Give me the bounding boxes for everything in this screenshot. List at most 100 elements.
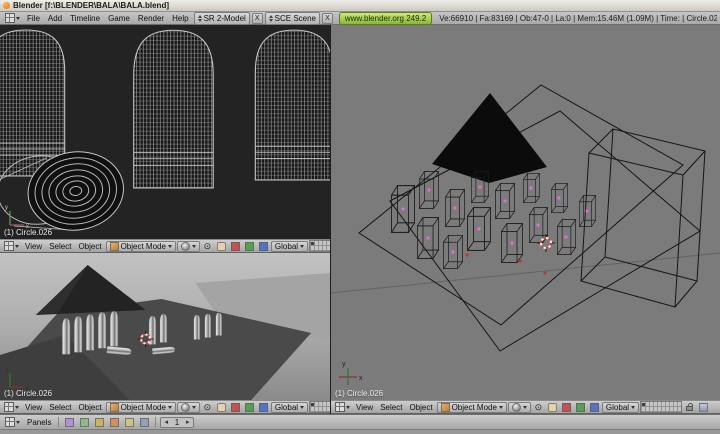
blender-version-button[interactable]: www.blender.org 249.2: [339, 12, 432, 25]
chevron-down-icon: [300, 245, 304, 248]
active-object-info: (1) Circle.026: [4, 228, 52, 237]
frame-value: 1: [171, 418, 183, 427]
rotate-manipulator-icon: [576, 403, 585, 412]
screen-selector[interactable]: SR 2-Model: [194, 12, 250, 25]
pivot-icon: ⊙: [535, 403, 543, 412]
scene-selector[interactable]: SCE Scene: [265, 12, 320, 25]
rotate-manipulator-button[interactable]: [243, 240, 256, 252]
object-mode-icon: [110, 242, 119, 251]
scale-manipulator-icon: [590, 403, 599, 412]
viewport-top-left[interactable]: x y (1) Circle.026: [0, 25, 330, 239]
blender-window: Blender [f:\BLENDER\BALA\BALA.blend] Fil…: [0, 0, 720, 434]
layer-buttons[interactable]: [309, 240, 330, 252]
orientation-label: Global: [606, 403, 629, 412]
buttons-window-header: Panels ◂ 1 ▸: [0, 414, 720, 434]
editing-context-button[interactable]: [123, 416, 136, 428]
scale-manipulator-button[interactable]: [257, 401, 270, 413]
chevron-down-icon: [631, 406, 635, 409]
editor-type-button[interactable]: [333, 402, 352, 413]
manipulator-hand-button[interactable]: [215, 401, 228, 413]
script-context-button[interactable]: [78, 416, 91, 428]
svg-text:x: x: [359, 375, 363, 382]
active-layer-cell: [311, 242, 314, 245]
mode-dropdown[interactable]: Object Mode: [106, 402, 176, 413]
window-type-button[interactable]: [3, 13, 22, 24]
scene-context-button[interactable]: [138, 416, 151, 428]
editor-type-icon: [5, 417, 15, 427]
file-menu[interactable]: File: [24, 14, 43, 23]
rotate-manipulator-button[interactable]: [574, 401, 587, 413]
layer-buttons[interactable]: [640, 401, 682, 413]
chevron-down-icon: [192, 245, 196, 248]
select-menu[interactable]: Select: [377, 403, 405, 412]
blender-app-icon: [3, 2, 10, 9]
orientation-dropdown[interactable]: Global: [271, 241, 308, 252]
view-menu[interactable]: View: [353, 403, 376, 412]
frame-increment-arrow[interactable]: ▸: [186, 419, 190, 426]
shading-context-button[interactable]: [93, 416, 106, 428]
editor-type-button[interactable]: [2, 241, 21, 252]
render-preview-button[interactable]: [697, 401, 710, 413]
select-menu[interactable]: Select: [46, 242, 74, 251]
scale-manipulator-button[interactable]: [257, 240, 270, 252]
editor-type-button[interactable]: [3, 417, 22, 428]
chevron-down-icon: [192, 406, 196, 409]
object-menu[interactable]: Object: [75, 403, 104, 412]
scene-delete-button[interactable]: X: [322, 13, 333, 24]
hand-icon: [217, 403, 226, 412]
pivot-dropdown[interactable]: ⊙: [201, 401, 214, 413]
active-object-info: (1) Circle.026: [335, 389, 383, 398]
translate-manipulator-button[interactable]: [229, 240, 242, 252]
object-menu[interactable]: Object: [75, 242, 104, 251]
render-menu[interactable]: Render: [135, 14, 167, 23]
viewport-bottom-left[interactable]: x y (1) Circle.026: [0, 253, 330, 400]
select-menu[interactable]: Select: [46, 403, 74, 412]
object-menu[interactable]: Object: [406, 403, 435, 412]
script-context-icon: [80, 418, 89, 427]
pivot-dropdown[interactable]: ⊙: [201, 240, 214, 252]
orientation-label: Global: [275, 242, 298, 251]
window-titlebar[interactable]: Blender [f:\BLENDER\BALA\BALA.blend]: [0, 0, 720, 12]
scale-manipulator-button[interactable]: [588, 401, 601, 413]
chevron-down-icon: [168, 406, 172, 409]
manipulator-hand-button[interactable]: [546, 401, 559, 413]
draw-type-dropdown[interactable]: [177, 241, 200, 252]
translate-manipulator-button[interactable]: [229, 401, 242, 413]
frame-decrement-arrow[interactable]: ◂: [164, 419, 168, 426]
draw-type-dropdown[interactable]: [177, 402, 200, 413]
timeline-menu[interactable]: Timeline: [67, 14, 103, 23]
chevron-down-icon: [499, 406, 503, 409]
translate-manipulator-button[interactable]: [560, 401, 573, 413]
add-menu[interactable]: Add: [45, 14, 65, 23]
help-menu[interactable]: Help: [169, 14, 191, 23]
mode-dropdown[interactable]: Object Mode: [106, 241, 176, 252]
pivot-icon: ⊙: [204, 403, 212, 412]
view-menu[interactable]: View: [22, 242, 45, 251]
view-menu[interactable]: View: [22, 403, 45, 412]
active-layer-cell: [311, 403, 314, 406]
draw-type-dropdown[interactable]: [508, 402, 531, 413]
orientation-dropdown[interactable]: Global: [271, 402, 308, 413]
rotate-manipulator-button[interactable]: [243, 401, 256, 413]
pivot-dropdown[interactable]: ⊙: [532, 401, 545, 413]
layer-buttons[interactable]: [309, 401, 330, 413]
panels-menu[interactable]: Panels: [24, 418, 54, 427]
editor-type-button[interactable]: [2, 402, 21, 413]
frame-stepper[interactable]: ◂ 1 ▸: [160, 417, 193, 428]
window-title: Blender [f:\BLENDER\BALA\BALA.blend]: [13, 1, 169, 10]
scale-manipulator-icon: [259, 403, 268, 412]
dropdown-arrows-icon: [269, 15, 273, 22]
orientation-dropdown[interactable]: Global: [602, 402, 639, 413]
logic-context-button[interactable]: [63, 416, 76, 428]
mode-label: Object Mode: [121, 403, 166, 412]
screen-delete-button[interactable]: X: [252, 13, 263, 24]
mode-dropdown[interactable]: Object Mode: [437, 402, 507, 413]
separator: [58, 417, 59, 427]
game-menu[interactable]: Game: [105, 14, 133, 23]
viewport-right[interactable]: x y (1) Circle.026: [331, 25, 720, 400]
wireframe-bullet: [0, 30, 65, 176]
object-mode-icon: [110, 403, 119, 412]
lock-button[interactable]: [683, 401, 696, 413]
object-context-button[interactable]: [108, 416, 121, 428]
manipulator-hand-button[interactable]: [215, 240, 228, 252]
